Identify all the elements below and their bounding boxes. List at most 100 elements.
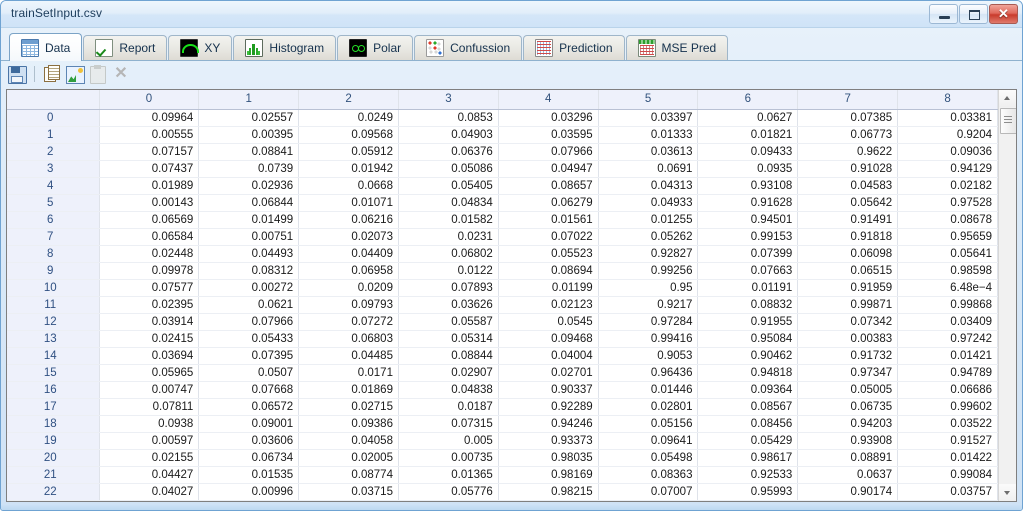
table-cell[interactable]: 0.99084 [897,466,998,484]
table-cell[interactable]: 0.09964 [99,109,200,127]
table-cell[interactable]: 0.07315 [398,415,499,433]
row-header[interactable]: 6 [7,211,100,229]
table-cell[interactable]: 0.00735 [398,449,499,467]
table-cell[interactable]: 0.00747 [99,381,200,399]
table-cell[interactable]: 0.06572 [198,398,300,416]
table-row[interactable]: 14 0.03694 0.07395 0.04485 0.08844 0.04004 0.9… [7,347,998,365]
table-cell[interactable]: 0.06773 [797,126,899,144]
column-header[interactable]: 7 [797,90,899,110]
table-cell[interactable]: 0.02123 [498,296,599,314]
table-cell[interactable]: 0.01191 [697,279,799,297]
table-cell[interactable]: 0.04313 [598,177,699,195]
table-cell[interactable]: 0.02557 [198,109,300,127]
table-row[interactable]: 17 0.07811 0.06572 0.02715 0.0187 0.92289 0.02… [7,398,998,416]
table-cell[interactable]: 0.01199 [498,279,599,297]
table-cell[interactable]: 0.98811 [498,500,599,501]
table-cell[interactable]: 0.07668 [198,381,300,399]
scroll-up-arrow[interactable] [999,90,1016,107]
table-cell[interactable]: 0.04583 [797,177,899,195]
row-header[interactable]: 16 [7,381,100,399]
row-header[interactable]: 1 [7,126,100,144]
table-row[interactable]: 1 0.00555 0.00395 0.09568 0.04903 0.03595 0.01… [7,126,998,144]
table-cell[interactable]: 0.04485 [298,347,399,365]
table-cell[interactable]: 0.99256 [598,262,699,280]
table-cell[interactable]: 0.0627 [697,109,799,127]
column-header[interactable]: 0 [99,90,200,110]
table-cell[interactable]: 0.01255 [598,211,699,229]
table-row[interactable]: 22 0.04027 0.00996 0.03715 0.05776 0.98215 0.0… [7,483,998,501]
table-cell[interactable]: 0.08694 [498,262,599,280]
table-cell[interactable]: 0.03522 [897,415,998,433]
save-button[interactable] [7,64,27,84]
table-cell[interactable]: 0.91818 [797,228,899,246]
table-cell[interactable]: 0.05987 [598,500,699,501]
table-cell[interactable]: 0.98617 [697,449,799,467]
table-row[interactable]: 10 0.07577 0.00272 0.0209 0.07893 0.01199 0.95… [7,279,998,297]
table-cell[interactable]: 0.01365 [398,466,499,484]
close-button[interactable]: ✕ [989,4,1018,24]
table-cell[interactable]: 0.99868 [897,296,998,314]
table-cell[interactable]: 0.93108 [697,177,799,195]
table-cell[interactable]: 0.0187 [398,398,499,416]
table-cell[interactable]: 0.06958 [298,262,399,280]
table-cell[interactable]: 0.03296 [498,109,599,127]
vertical-scrollbar[interactable] [998,90,1016,501]
table-cell[interactable]: 0.98169 [498,466,599,484]
table-cell[interactable]: 0.0507 [198,364,300,382]
table-cell[interactable]: 0.0122 [398,262,499,280]
table-row[interactable]: 16 0.00747 0.07668 0.01869 0.04838 0.90337 0.0… [7,381,998,399]
table-cell[interactable]: 0.05641 [897,245,998,263]
table-cell[interactable]: 0.98215 [498,483,599,501]
table-cell[interactable]: 0.91527 [897,432,998,450]
tab-mse-pred[interactable]: MSE Pred [625,35,729,60]
column-header[interactable]: 1 [198,90,300,110]
row-header[interactable]: 17 [7,398,100,416]
tab-polar[interactable]: Polar [337,35,414,60]
table-cell[interactable]: 0.05498 [598,449,699,467]
row-header[interactable]: 12 [7,313,100,331]
table-cell[interactable]: 0.05086 [398,160,499,178]
table-cell[interactable]: 0.97347 [797,364,899,382]
column-header[interactable]: 8 [897,90,998,110]
table-cell[interactable]: 0.05429 [697,432,799,450]
scrollbar-thumb[interactable] [1000,108,1016,134]
table-cell[interactable]: 0.08312 [198,262,300,280]
table-row[interactable]: 20 0.02155 0.06734 0.02005 0.00735 0.98035 0.0… [7,449,998,467]
table-cell[interactable]: 0.07966 [198,313,300,331]
table-cell[interactable]: 0.0621 [198,296,300,314]
table-cell[interactable]: 0.02936 [198,177,300,195]
table-cell[interactable]: 0.00597 [99,432,200,450]
row-header[interactable]: 10 [7,279,100,297]
table-cell[interactable]: 0.0853 [398,109,499,127]
table-cell[interactable]: 0.06216 [298,211,399,229]
table-cell[interactable]: 0.92827 [598,245,699,263]
table-cell[interactable]: 0.94129 [897,160,998,178]
table-cell[interactable]: 0.01942 [298,160,399,178]
row-header[interactable]: 13 [7,330,100,348]
table-cell[interactable]: 0.03381 [897,109,998,127]
table-cell[interactable]: 0.05681 [99,500,200,501]
table-cell[interactable]: 0.05005 [797,381,899,399]
table-cell[interactable]: 0.04027 [99,483,200,501]
table-cell[interactable]: 0.95659 [897,228,998,246]
table-cell[interactable]: 0.97528 [897,194,998,212]
table-cell[interactable]: 0.03715 [298,483,399,501]
table-cell[interactable]: 0.99871 [797,296,899,314]
row-header[interactable]: 5 [7,194,100,212]
table-row[interactable]: 4 0.01989 0.02936 0.0668 0.05405 0.08657 0.043… [7,177,998,195]
maximize-button[interactable] [959,4,988,24]
table-cell[interactable]: 0.05314 [398,330,499,348]
table-cell[interactable]: 0.02701 [498,364,599,382]
table-cell[interactable]: 0.03397 [598,109,699,127]
table-cell[interactable]: 0.93646 [897,500,998,501]
table-cell[interactable]: 0.06735 [797,398,899,416]
table-cell[interactable]: 0.00383 [797,330,899,348]
table-cell[interactable]: 0.01499 [198,211,300,229]
scroll-down-arrow[interactable] [999,484,1016,501]
table-cell[interactable]: 0.01297 [398,500,499,501]
table-cell[interactable]: 0.05523 [498,245,599,263]
table-cell[interactable]: 0.04903 [398,126,499,144]
table-cell[interactable]: 0.09641 [598,432,699,450]
table-cell[interactable]: 0.03606 [198,432,300,450]
table-cell[interactable]: 0.07663 [697,262,799,280]
